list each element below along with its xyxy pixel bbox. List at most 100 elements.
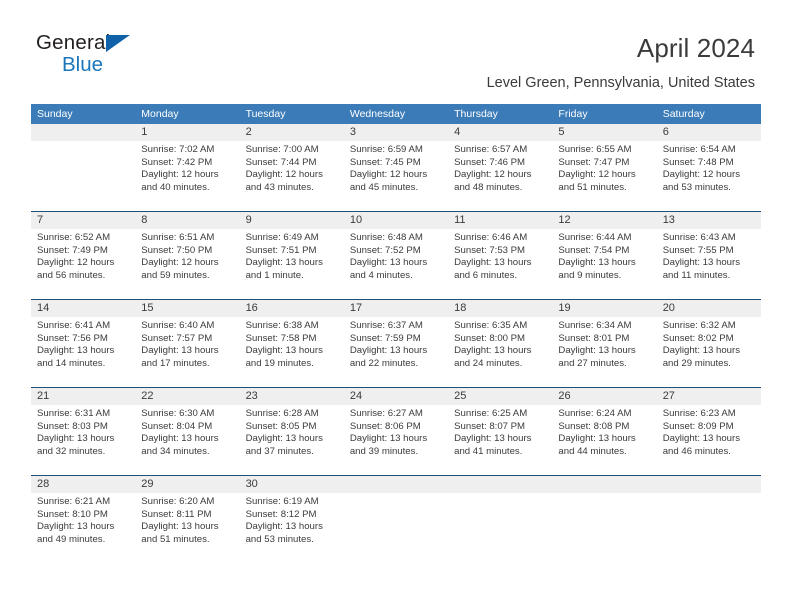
weekday-header-sunday: Sunday [37,108,73,120]
day-number: 15 [135,300,240,317]
sunrise-text: Sunrise: 6:57 AM [454,144,528,155]
daylight-text-line2: and 44 minutes. [558,445,627,457]
calendar-day-cell[interactable]: 30 Sunrise: 6:19 AM Sunset: 8:12 PM Dayligh… [239,476,344,563]
daylight-text-line2: and 6 minutes. [454,269,518,281]
day-number: 26 [552,388,657,405]
general-blue-logo: General Blue [36,32,166,80]
sunset-text: Sunset: 8:03 PM [37,420,108,432]
day-details: Sunrise: 6:37 AM Sunset: 7:59 PM Daylight:… [344,317,448,370]
sunset-text: Sunset: 8:04 PM [141,420,213,432]
daylight-text-line1: Daylight: 13 hours [349,433,428,445]
calendar-day-cell[interactable]: 13 Sunrise: 6:43 AM Sunset: 7:55 PM Dayligh… [656,212,761,299]
sunrise-text: Sunrise: 6:54 AM [662,144,736,155]
daylight-text-line2: and 49 minutes. [37,533,106,545]
calendar-day-cell[interactable]: 21 Sunrise: 6:31 AM Sunset: 8:03 PM Dayligh… [31,388,136,475]
sunrise-text: Sunrise: 6:27 AM [349,408,423,419]
day-number: 22 [135,388,240,405]
calendar-day-cell[interactable]: 11 Sunrise: 6:46 AM Sunset: 7:53 PM Dayligh… [448,212,553,299]
calendar-day-cell-empty [31,124,136,211]
calendar-day-cell[interactable]: 14 Sunrise: 6:41 AM Sunset: 7:56 PM Dayligh… [31,300,136,387]
day-number: 5 [552,124,657,141]
calendar-day-cell[interactable]: 1 Sunrise: 7:02 AM Sunset: 7:42 PM Daylight… [135,124,240,211]
calendar-day-cell[interactable]: 6 Sunrise: 6:54 AM Sunset: 7:48 PM Daylight… [656,124,761,211]
sunrise-text: Sunrise: 6:51 AM [141,232,215,243]
sunset-text: Sunset: 7:52 PM [349,244,421,256]
calendar-day-cell[interactable]: 17 Sunrise: 6:37 AM Sunset: 7:59 PM Dayligh… [343,300,449,387]
sunrise-text: Sunrise: 6:40 AM [141,320,215,331]
daylight-text-line1: Daylight: 13 hours [141,345,219,357]
sunset-text: Sunset: 8:07 PM [454,420,526,432]
sunrise-text: Sunrise: 6:21 AM [37,496,111,507]
calendar-day-cell[interactable]: 3 Sunrise: 6:59 AM Sunset: 7:45 PM Daylight… [343,124,449,211]
calendar-week-cells: 14 Sunrise: 6:41 AM Sunset: 7:56 PM Dayligh… [31,300,761,387]
day-details: Sunrise: 6:31 AM Sunset: 8:03 PM Daylight:… [31,405,135,458]
calendar-day-cell-empty [656,476,761,563]
sunrise-text: Sunrise: 6:38 AM [245,320,319,331]
day-number [448,476,553,493]
sunrise-text: Sunrise: 6:48 AM [349,232,423,243]
calendar-day-cell[interactable]: 18 Sunrise: 6:35 AM Sunset: 8:00 PM Dayligh… [448,300,553,387]
calendar-day-cell[interactable]: 16 Sunrise: 6:38 AM Sunset: 7:58 PM Dayligh… [239,300,344,387]
calendar-day-cell[interactable]: 19 Sunrise: 6:34 AM Sunset: 8:01 PM Dayligh… [552,300,657,387]
calendar-day-cell[interactable]: 26 Sunrise: 6:24 AM Sunset: 8:08 PM Dayligh… [552,388,657,475]
sunrise-text: Sunrise: 6:49 AM [245,232,319,243]
daylight-text-line2: and 34 minutes. [141,445,210,457]
calendar-day-cell[interactable]: 4 Sunrise: 6:57 AM Sunset: 7:46 PM Daylight… [448,124,553,211]
day-details: Sunrise: 6:44 AM Sunset: 7:54 PM Daylight:… [552,229,656,282]
sunrise-text: Sunrise: 6:28 AM [245,408,319,419]
daylight-text-line1: Daylight: 13 hours [349,345,428,357]
weekday-header-thursday: Thursday [454,108,498,120]
calendar-day-cell[interactable]: 8 Sunrise: 6:51 AM Sunset: 7:50 PM Daylight… [135,212,240,299]
sunset-text: Sunset: 8:01 PM [558,332,630,344]
calendar-day-cell[interactable]: 9 Sunrise: 6:49 AM Sunset: 7:51 PM Daylight… [239,212,344,299]
day-number: 13 [656,212,761,229]
daylight-text-line2: and 22 minutes. [349,357,419,369]
calendar-day-cell[interactable]: 25 Sunrise: 6:25 AM Sunset: 8:07 PM Dayligh… [448,388,553,475]
sunset-text: Sunset: 7:58 PM [245,332,317,344]
sunset-text: Sunset: 7:55 PM [662,244,734,256]
calendar-day-cell[interactable]: 27 Sunrise: 6:23 AM Sunset: 8:09 PM Dayligh… [656,388,761,475]
weekday-header-monday: Monday [141,108,179,120]
weekday-header-saturday: Saturday [662,108,705,120]
sunrise-text: Sunrise: 6:55 AM [558,144,632,155]
daylight-text-line2: and 19 minutes. [245,357,314,369]
calendar-day-cell[interactable]: 20 Sunrise: 6:32 AM Sunset: 8:02 PM Dayligh… [656,300,761,387]
daylight-text-line2: and 45 minutes. [349,181,419,193]
calendar-week-cells: 1 Sunrise: 7:02 AM Sunset: 7:42 PM Daylight… [31,124,761,211]
sunset-text: Sunset: 7:51 PM [245,244,317,256]
day-number: 7 [31,212,136,229]
day-number: 30 [239,476,344,493]
sunrise-text: Sunrise: 6:46 AM [454,232,528,243]
calendar-day-cell[interactable]: 7 Sunrise: 6:52 AM Sunset: 7:49 PM Daylight… [31,212,136,299]
calendar-day-cell[interactable]: 2 Sunrise: 7:00 AM Sunset: 7:44 PM Daylight… [239,124,344,211]
daylight-text-line2: and 41 minutes. [454,445,523,457]
calendar-week-cells: 21 Sunrise: 6:31 AM Sunset: 8:03 PM Dayligh… [31,388,761,475]
day-details [448,493,552,496]
sunrise-text: Sunrise: 6:23 AM [662,408,736,419]
day-details: Sunrise: 6:38 AM Sunset: 7:58 PM Daylight:… [240,317,344,370]
sunset-text: Sunset: 7:49 PM [37,244,108,256]
calendar-week-row: 7 Sunrise: 6:52 AM Sunset: 7:49 PM Daylight… [31,211,761,299]
day-number: 8 [135,212,240,229]
sunset-text: Sunset: 8:08 PM [558,420,630,432]
calendar-day-cell[interactable]: 23 Sunrise: 6:28 AM Sunset: 8:05 PM Dayligh… [239,388,344,475]
daylight-text-line2: and 51 minutes. [141,533,210,545]
calendar-week-row: 21 Sunrise: 6:31 AM Sunset: 8:03 PM Dayligh… [31,387,761,475]
daylight-text-line1: Daylight: 12 hours [245,169,323,181]
sunset-text: Sunset: 8:00 PM [454,332,526,344]
calendar-grid: Sunday Monday Tuesday Wednesday Thursday… [31,104,761,563]
calendar-day-cell[interactable]: 28 Sunrise: 6:21 AM Sunset: 8:10 PM Dayligh… [31,476,136,563]
calendar-day-cell[interactable]: 10 Sunrise: 6:48 AM Sunset: 7:52 PM Dayligh… [343,212,449,299]
sunset-text: Sunset: 8:09 PM [662,420,734,432]
calendar-day-cell[interactable]: 15 Sunrise: 6:40 AM Sunset: 7:57 PM Dayligh… [135,300,240,387]
sunset-text: Sunset: 8:11 PM [141,508,212,520]
daylight-text-line2: and 51 minutes. [558,181,627,193]
calendar-day-cell[interactable]: 5 Sunrise: 6:55 AM Sunset: 7:47 PM Daylight… [552,124,657,211]
calendar-day-cell[interactable]: 22 Sunrise: 6:30 AM Sunset: 8:04 PM Dayligh… [135,388,240,475]
calendar-day-cell[interactable]: 24 Sunrise: 6:27 AM Sunset: 8:06 PM Dayligh… [343,388,449,475]
calendar-day-cell[interactable]: 12 Sunrise: 6:44 AM Sunset: 7:54 PM Dayligh… [552,212,657,299]
daylight-text-line2: and 48 minutes. [454,181,523,193]
daylight-text-line2: and 32 minutes. [37,445,106,457]
day-number: 10 [343,212,449,229]
calendar-day-cell[interactable]: 29 Sunrise: 6:20 AM Sunset: 8:11 PM Dayligh… [135,476,240,563]
